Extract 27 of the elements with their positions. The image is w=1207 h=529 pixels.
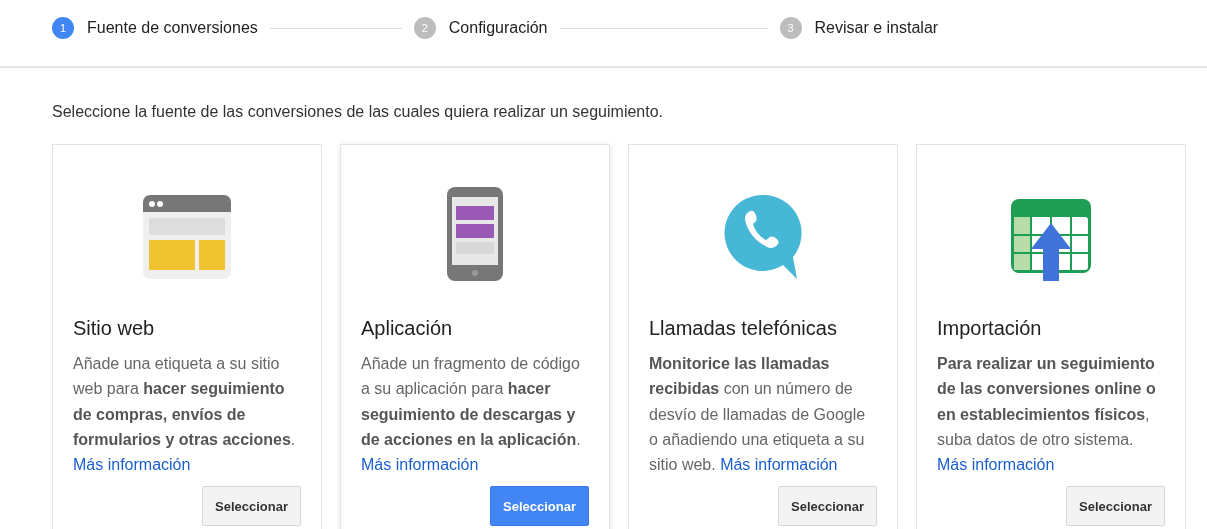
- card-title: Importación: [937, 316, 1043, 341]
- select-button[interactable]: Seleccionar: [202, 486, 301, 527]
- phone-bubble-icon: [723, 193, 803, 281]
- select-button[interactable]: Seleccionar: [1066, 486, 1165, 527]
- step-label[interactable]: Configuración: [448, 16, 548, 40]
- card-description: Para realizar un seguimiento de las conversiones online o en establecimientos físicos, suba datos de otro sistema. Más información: [937, 354, 1157, 476]
- more-info-link[interactable]: Más información: [720, 456, 838, 474]
- step-number: 1: [52, 17, 74, 39]
- spreadsheet-upload-icon: [1011, 199, 1091, 281]
- card-description: Monitorice las llamadas recibidas con un número de desvío de llamadas de Google o añadiendo una etiqueta a su sitio web. Más información: [649, 354, 867, 476]
- card-title: Aplicación: [361, 316, 454, 341]
- card-title: Sitio web: [73, 316, 156, 341]
- more-info-link[interactable]: Más información: [73, 456, 191, 474]
- card-description: Añade una etiqueta a su sitio web para hacer seguimiento de compras, envíos de formularios y otras acciones. Más información: [73, 354, 297, 476]
- more-info-link[interactable]: Más información: [361, 456, 479, 474]
- smartphone-icon: [447, 187, 503, 281]
- browser-window-icon: [143, 195, 231, 281]
- card-title: Llamadas telefónicas: [649, 316, 838, 341]
- step-label[interactable]: Revisar e instalar: [814, 16, 939, 40]
- select-button[interactable]: Seleccionar: [778, 486, 877, 527]
- intro-text: Seleccione la fuente de las conversiones de las cuales quiera realizar un seguimiento.: [52, 102, 665, 122]
- select-button[interactable]: Seleccionar: [490, 486, 589, 527]
- step-number: 2: [413, 17, 436, 39]
- step-number: 3: [779, 17, 802, 39]
- more-info-link[interactable]: Más información: [937, 456, 1055, 474]
- card-description: Añade un fragmento de código a su aplicación para hacer seguimiento de descargas y de acciones en la aplicación. Más información: [361, 354, 582, 476]
- step-label[interactable]: Fuente de conversiones: [87, 16, 258, 40]
